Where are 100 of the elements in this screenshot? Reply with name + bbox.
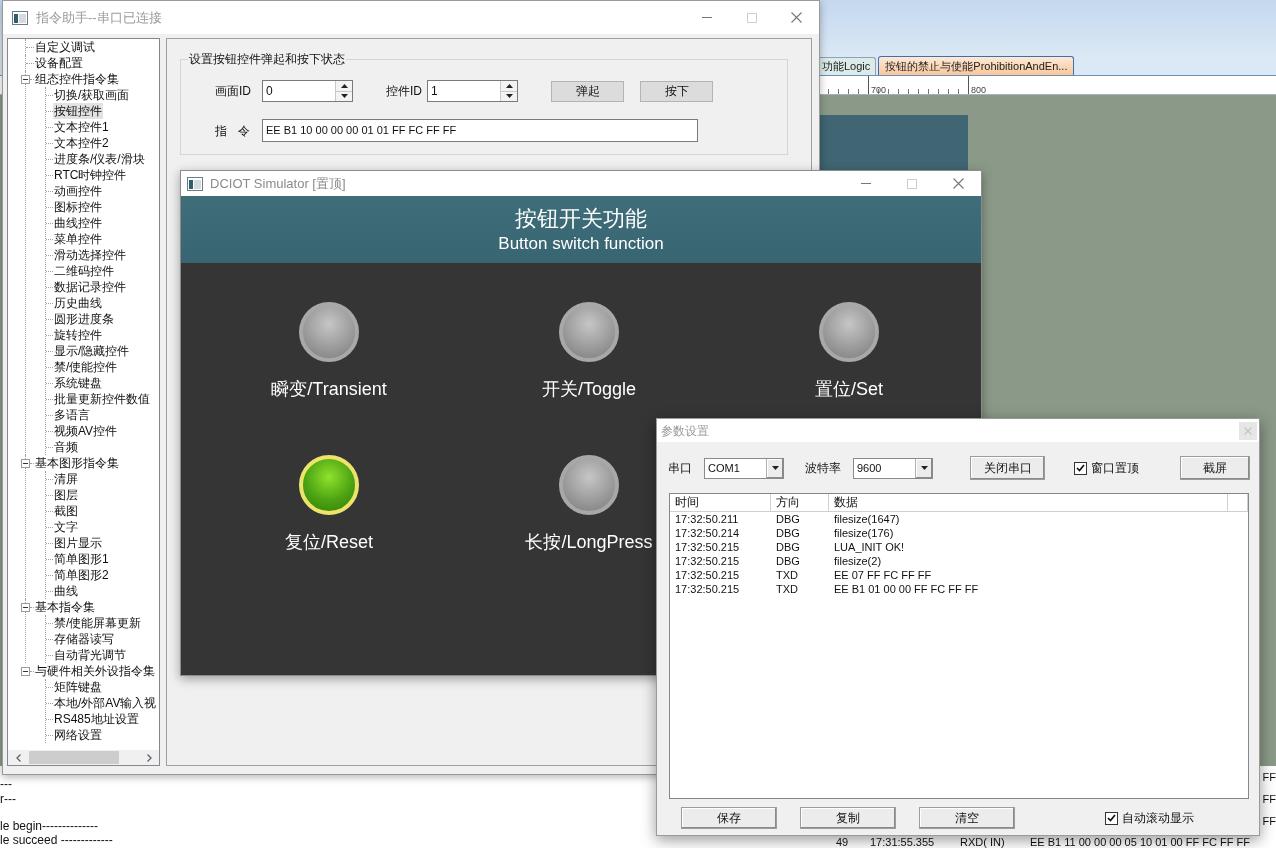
group-title: 设置按钮控件弹起和按下状态 [188,51,346,67]
ruler-label: 700 [871,85,887,95]
checkbox[interactable] [1074,461,1087,475]
tree-item[interactable]: 组态控件指令集 [34,71,120,87]
console-line: le succeed ------------- [0,833,113,847]
action-button[interactable]: 按下 [640,80,713,102]
tree-item[interactable]: RS485地址设置 [53,711,140,727]
tree-item[interactable]: 自定义调试 [34,39,96,55]
tree-item[interactable]: 圆形进度条 [53,311,115,327]
column-header[interactable]: 时间 [670,494,771,511]
tree-item[interactable]: 简单图形1 [53,551,110,567]
dropdown-button[interactable] [766,458,783,478]
round-button[interactable] [299,302,359,362]
dialog-button[interactable]: 复制 [800,807,896,829]
up-triangle-icon [505,83,513,88]
tree-item[interactable]: 图层 [53,487,79,503]
window-title: DCIOT Simulator [置顶] [210,174,346,193]
dropdown-select[interactable]: COM1 [704,457,784,479]
dialog-button[interactable]: 保存 [681,807,777,829]
spin-up-button[interactable] [501,81,517,92]
column-header[interactable]: 方向 [770,494,829,511]
spin-up-button[interactable] [336,81,352,92]
action-button[interactable]: 弹起 [551,80,624,102]
tree-item[interactable]: 网络设置 [53,727,103,743]
tree-item[interactable]: 滑动选择控件 [53,247,127,263]
tree-item[interactable]: 文本控件2 [53,135,110,151]
tree-item[interactable]: 矩阵键盘 [53,679,103,695]
tree-item[interactable]: 简单图形2 [53,567,110,583]
tree-item[interactable]: 菜单控件 [53,231,103,247]
screenshot-button[interactable]: 截屏 [1180,456,1250,480]
checkbox[interactable] [1105,811,1118,825]
tree-item[interactable]: 文本控件1 [53,119,110,135]
round-button[interactable] [559,302,619,362]
tree-item[interactable]: 进度条/仪表/滑块 [53,151,146,167]
log-cell-text: FF [1262,770,1276,785]
maximize-icon [907,178,917,189]
tree-item[interactable]: 图标控件 [53,199,103,215]
tree-item[interactable]: 曲线 [53,583,79,599]
column-header[interactable]: 数据 [828,494,1229,511]
tree-item[interactable]: 存储器读写 [53,631,115,647]
close-icon [791,12,802,23]
minus-box-icon[interactable] [21,74,30,84]
tree-item[interactable]: 旋转控件 [53,327,103,343]
number-field[interactable]: 0 [262,80,353,102]
checkbox-label: 窗口置顶 [1091,460,1139,477]
document-tab[interactable]: 按钮的禁止与使能ProhibitionAndEn... [878,56,1075,75]
close-icon [1244,426,1252,435]
tree-item[interactable]: 曲线控件 [53,215,103,231]
tree-item[interactable]: 显示/隐藏控件 [53,343,131,359]
tree-item[interactable]: 多语言 [53,407,91,423]
spin-down-button[interactable] [336,91,352,101]
close-port-button[interactable]: 关闭串口 [970,456,1045,480]
table-cell-text: 17:32:50.215 [674,582,741,596]
table-cell-text: 17:32:50.215 [674,540,741,554]
tree-item[interactable]: 截图 [53,503,79,519]
chevron-right-icon [146,753,152,762]
command-field[interactable]: EE B1 10 00 00 00 01 01 FF FC FF FF [262,119,698,142]
dropdown-select[interactable]: 9600 [853,457,933,479]
tree-item[interactable]: 禁/使能控件 [53,359,119,375]
table-cell-text: 17:32:50.215 [674,568,741,582]
console-line: --- [0,777,12,792]
tree-item[interactable]: 与硬件相关外设指令集 [34,663,156,679]
dropdown-button[interactable] [915,458,932,478]
tree-item[interactable]: 基本图形指令集 [34,455,120,471]
tree-item[interactable]: 系统键盘 [53,375,103,391]
tree-item[interactable]: 按钮控件 [53,103,103,119]
minus-box-icon[interactable] [21,602,30,612]
table-cell-text: 17:32:50.215 [674,554,741,568]
tree-item[interactable]: 自动背光调节 [53,647,127,663]
scrollbar-thumb[interactable] [29,751,119,764]
caret-down-icon [771,466,779,470]
tree-item[interactable]: 动画控件 [53,183,103,199]
ruler-label: 800 [971,85,987,95]
minus-box-icon[interactable] [21,458,30,468]
button-label: 置位/Set [815,378,883,401]
tree-item[interactable]: 本地/外部AV输入视 [53,695,158,711]
tree-item[interactable]: 基本指令集 [34,599,96,615]
tree-item[interactable]: 设备配置 [34,55,84,71]
table-cell-text: TXD [775,582,799,596]
tree-item[interactable]: RTC时钟控件 [53,167,128,183]
select-label: 串口 [668,460,693,477]
spin-down-button[interactable] [501,91,517,101]
tree-item[interactable]: 二维码控件 [53,263,115,279]
tree-item[interactable]: 数据记录控件 [53,279,127,295]
tree-item[interactable]: 禁/使能屏幕更新 [53,615,143,631]
tree-item[interactable]: 历史曲线 [53,295,103,311]
tree-item[interactable]: 视频AV控件 [53,423,119,439]
app-window-icon [187,176,203,191]
round-button[interactable] [819,302,879,362]
dialog-button[interactable]: 清空 [919,807,1015,829]
round-button[interactable] [559,455,619,515]
tree-item[interactable]: 清屏 [53,471,79,487]
tree-item[interactable]: 文字 [53,519,79,535]
tree-item[interactable]: 切换/获取画面 [53,87,131,103]
table-cell-text: filesize(176) [833,526,894,540]
number-field[interactable]: 1 [427,80,518,102]
minus-box-icon[interactable] [21,666,30,676]
tree-item[interactable]: 图片显示 [53,535,103,551]
tree-item[interactable]: 音频 [53,439,79,455]
tree-item[interactable]: 批量更新控件数值 [53,391,151,407]
